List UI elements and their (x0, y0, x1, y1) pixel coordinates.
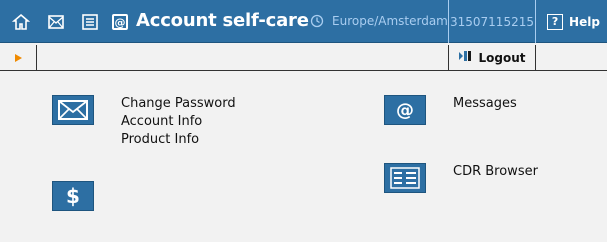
account-info-link[interactable]: Account Info (121, 113, 202, 130)
header-bar: @ Account self-care Europe/Amsterdam 315… (0, 0, 607, 43)
home-icon[interactable] (10, 11, 32, 33)
cdr-browser-link[interactable]: CDR Browser (453, 163, 538, 180)
logout-label: Logout (478, 50, 526, 65)
dollar-icon[interactable]: $ (52, 181, 94, 211)
product-info-link[interactable]: Product Info (121, 131, 199, 148)
cdr-list-icon[interactable] (384, 163, 426, 193)
list-icon[interactable] (79, 11, 101, 33)
help-icon: ? (547, 13, 564, 30)
messages-link[interactable]: Messages (453, 95, 517, 112)
help-button[interactable]: ? Help (540, 0, 607, 43)
at-icon: @ (112, 14, 128, 30)
logout-button[interactable]: Logout (448, 45, 536, 70)
account-id-link[interactable]: 31507115215 (448, 0, 536, 43)
logout-icon (458, 49, 472, 66)
clock-icon (310, 14, 324, 28)
timezone-link[interactable]: Europe/Amsterdam (332, 14, 448, 28)
envelope-icon[interactable] (52, 95, 94, 125)
page-title: Account self-care (136, 10, 309, 31)
mail-icon[interactable] (45, 11, 67, 33)
messages-at-icon[interactable]: @ (384, 95, 426, 125)
help-label: Help (569, 14, 600, 29)
toolbar: Logout (0, 45, 607, 71)
change-password-link[interactable]: Change Password (121, 95, 236, 112)
play-arrow-icon[interactable] (0, 45, 37, 70)
